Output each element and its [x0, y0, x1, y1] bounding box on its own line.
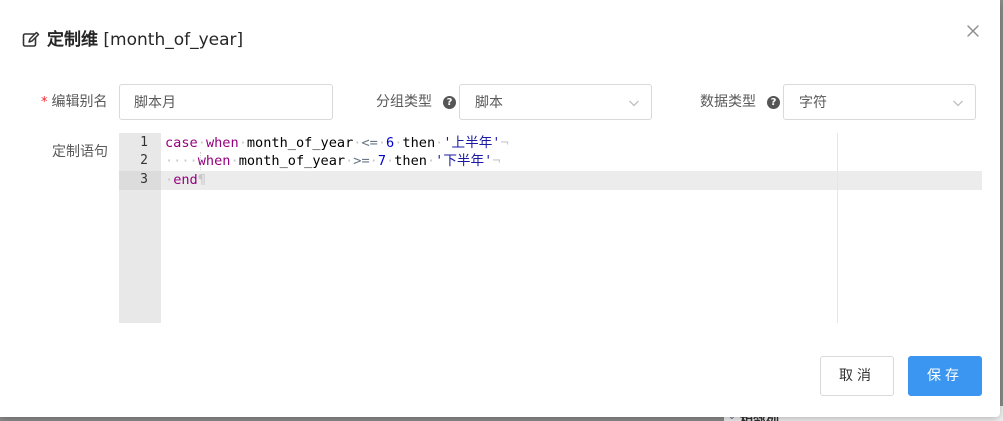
code-token: when: [205, 135, 239, 151]
code-token: '下半年': [435, 153, 493, 169]
required-mark: *: [41, 95, 48, 110]
whitespace-marker: ·: [230, 153, 239, 169]
editor-gutter: 1 2 3: [119, 133, 161, 323]
line-number: 2: [140, 153, 148, 168]
code-token: >=: [353, 153, 370, 169]
data-type-select[interactable]: 字符: [783, 84, 976, 120]
whitespace-marker: ·: [426, 153, 436, 169]
whitespace-marker: ¬: [500, 135, 509, 151]
group-type-label: 分组类型: [376, 94, 432, 110]
code-token: when: [197, 153, 231, 169]
data-type-value: 字符: [799, 95, 827, 111]
chevron-down-icon: [629, 100, 639, 107]
group-type-select[interactable]: 脚本: [459, 84, 652, 120]
data-type-label: 数据类型: [700, 94, 756, 110]
editor-active-line: [161, 171, 982, 190]
code-line[interactable]: ····when·month_of_year·>=·7·then·'下半年'¬: [165, 152, 501, 170]
whitespace-marker: ·: [369, 153, 378, 169]
whitespace-marker: ·: [377, 135, 387, 151]
dialog-title-main: 定制维: [47, 30, 98, 50]
whitespace-marker: ·: [197, 135, 206, 151]
whitespace-marker: ····: [165, 153, 198, 169]
save-button[interactable]: 保存: [908, 356, 982, 396]
statement-label: 定制语句: [52, 144, 108, 160]
whitespace-marker: ¶: [197, 172, 206, 188]
alias-input[interactable]: [119, 84, 333, 120]
code-token: <=: [361, 135, 378, 151]
code-token: end: [173, 172, 198, 188]
dialog-title: 定制维 [month_of_year]: [47, 29, 243, 51]
edit-icon: [22, 31, 40, 47]
close-icon[interactable]: [964, 22, 982, 40]
line-number: 3: [140, 172, 148, 187]
alias-label: * 编辑别名: [41, 92, 108, 113]
code-token: 6: [386, 135, 395, 151]
whitespace-marker: ¬: [492, 153, 501, 169]
custom-dimension-dialog: 定制维 [month_of_year] *编辑别名 分组类型 ? 脚本 数据类型…: [0, 0, 1000, 417]
whitespace-marker: ·: [386, 153, 395, 169]
editor-print-margin: [837, 133, 838, 323]
alias-label-text: 编辑别名: [51, 94, 108, 110]
code-token: case: [165, 135, 198, 151]
code-token: then: [402, 135, 436, 151]
statement-code-editor[interactable]: 1 2 3 case·when·month_of_year·<=·6·then·…: [119, 133, 982, 323]
cancel-button[interactable]: 取消: [820, 356, 894, 396]
dialog-title-field: [month_of_year]: [103, 30, 244, 50]
code-token: 7: [377, 153, 387, 169]
whitespace-marker: ·: [165, 172, 174, 188]
group-type-value: 脚本: [475, 95, 503, 111]
code-token: month_of_year: [238, 153, 346, 169]
code-token: '上半年': [443, 135, 501, 151]
line-number: 1: [140, 135, 148, 150]
chevron-down-icon: [953, 100, 963, 107]
code-line[interactable]: ·end¶: [165, 171, 206, 189]
dialog-header: 定制维 [month_of_year]: [0, 0, 1000, 80]
whitespace-marker: ·: [238, 135, 247, 151]
code-token: then: [394, 153, 427, 169]
code-line[interactable]: case·when·month_of_year·<=·6·then·'上半年'¬: [165, 134, 509, 152]
code-token: month_of_year: [246, 135, 354, 151]
group-type-help-icon[interactable]: ?: [443, 96, 456, 109]
data-type-help-icon[interactable]: ?: [767, 96, 780, 109]
